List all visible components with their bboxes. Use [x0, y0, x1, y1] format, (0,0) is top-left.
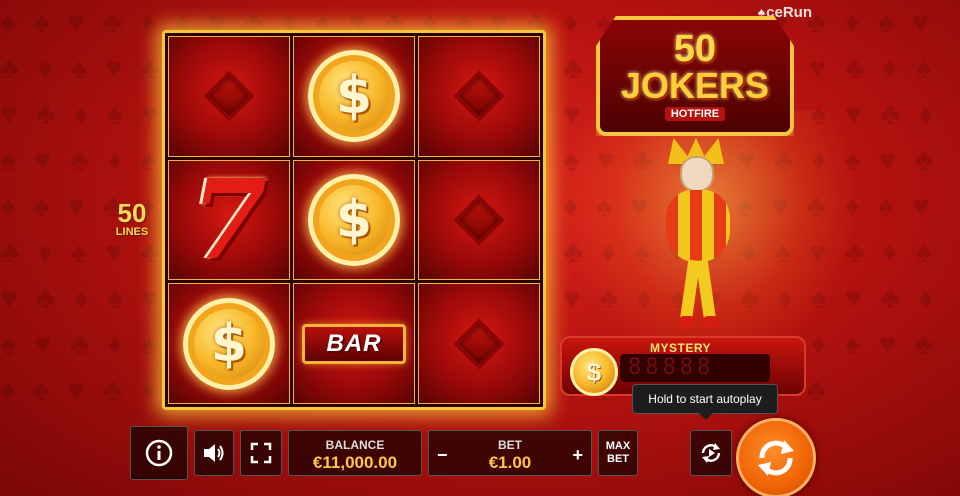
jester-face [680, 156, 714, 192]
mystery-coin-icon: $ [570, 348, 618, 396]
diamond-symbol [453, 318, 505, 370]
diamond-symbol [453, 194, 505, 246]
dollar-coin-symbol: $ [308, 173, 400, 266]
max-bet-button[interactable]: MAX BET [598, 430, 638, 476]
autoplay-icon [701, 443, 721, 463]
bet-value: €1.00 [488, 453, 532, 472]
fullscreen-icon [250, 442, 272, 464]
lines-label: LINES [115, 226, 149, 238]
bet-decrease-button[interactable]: − [437, 445, 448, 466]
jester-body [666, 190, 730, 262]
max-bet-label-line2: BET [607, 453, 629, 465]
spin-button[interactable] [736, 418, 816, 496]
balance-label: BALANCE [325, 438, 385, 452]
speaker-icon [204, 444, 224, 462]
balance-panel: BALANCE €11,000.00 [288, 430, 422, 476]
reel-cell [418, 159, 540, 281]
spin-icon [758, 440, 794, 476]
logo-title: JOKERS [620, 65, 770, 106]
bar-symbol: BAR [302, 323, 406, 364]
paylines-indicator: 50 LINES [112, 200, 152, 238]
autoplay-button[interactable] [690, 430, 732, 476]
mystery-label: MYSTERY [650, 341, 712, 355]
sound-button[interactable] [194, 430, 234, 476]
diamond-symbol [203, 70, 255, 122]
reel-cell: 7 [168, 154, 290, 284]
autoplay-tooltip: Hold to start autoplay [632, 384, 778, 420]
bet-panel: − BET €1.00 + [428, 430, 592, 476]
jester-shoe-right [702, 316, 720, 328]
info-icon [145, 439, 173, 467]
bet-increase-button[interactable]: + [572, 445, 583, 466]
reel-grid: $ 7 $ $ BAR [162, 30, 546, 410]
reel-cell [418, 283, 540, 404]
logo-subtitle: HOTFIRE [664, 107, 726, 121]
seven-symbol: 7 [190, 154, 268, 284]
reel-cell: BAR [293, 283, 415, 404]
jester-shoe-left [678, 316, 696, 328]
mystery-display: 88888 [620, 354, 770, 382]
info-button[interactable] [130, 426, 188, 480]
reel-cell: $ [293, 159, 415, 281]
logo-number: 50 [673, 28, 717, 70]
jester-leg-right [695, 259, 717, 323]
reel-cell [168, 36, 290, 157]
reel-cell [418, 36, 540, 157]
game-logo: 50 JOKERS HOTFIRE [596, 16, 794, 136]
dollar-coin-symbol: $ [183, 297, 275, 390]
reel-cell: $ [168, 283, 290, 404]
lines-number: 50 [117, 198, 147, 228]
reel-cell: $ [293, 36, 415, 157]
bet-label: BET [498, 438, 522, 452]
fullscreen-button[interactable] [240, 430, 282, 476]
dollar-coin-symbol: $ [308, 50, 400, 143]
max-bet-label-line1: MAX [605, 440, 631, 452]
diamond-symbol [453, 70, 505, 122]
balance-value: €11,000.00 [312, 453, 398, 472]
jester-character [640, 138, 760, 338]
